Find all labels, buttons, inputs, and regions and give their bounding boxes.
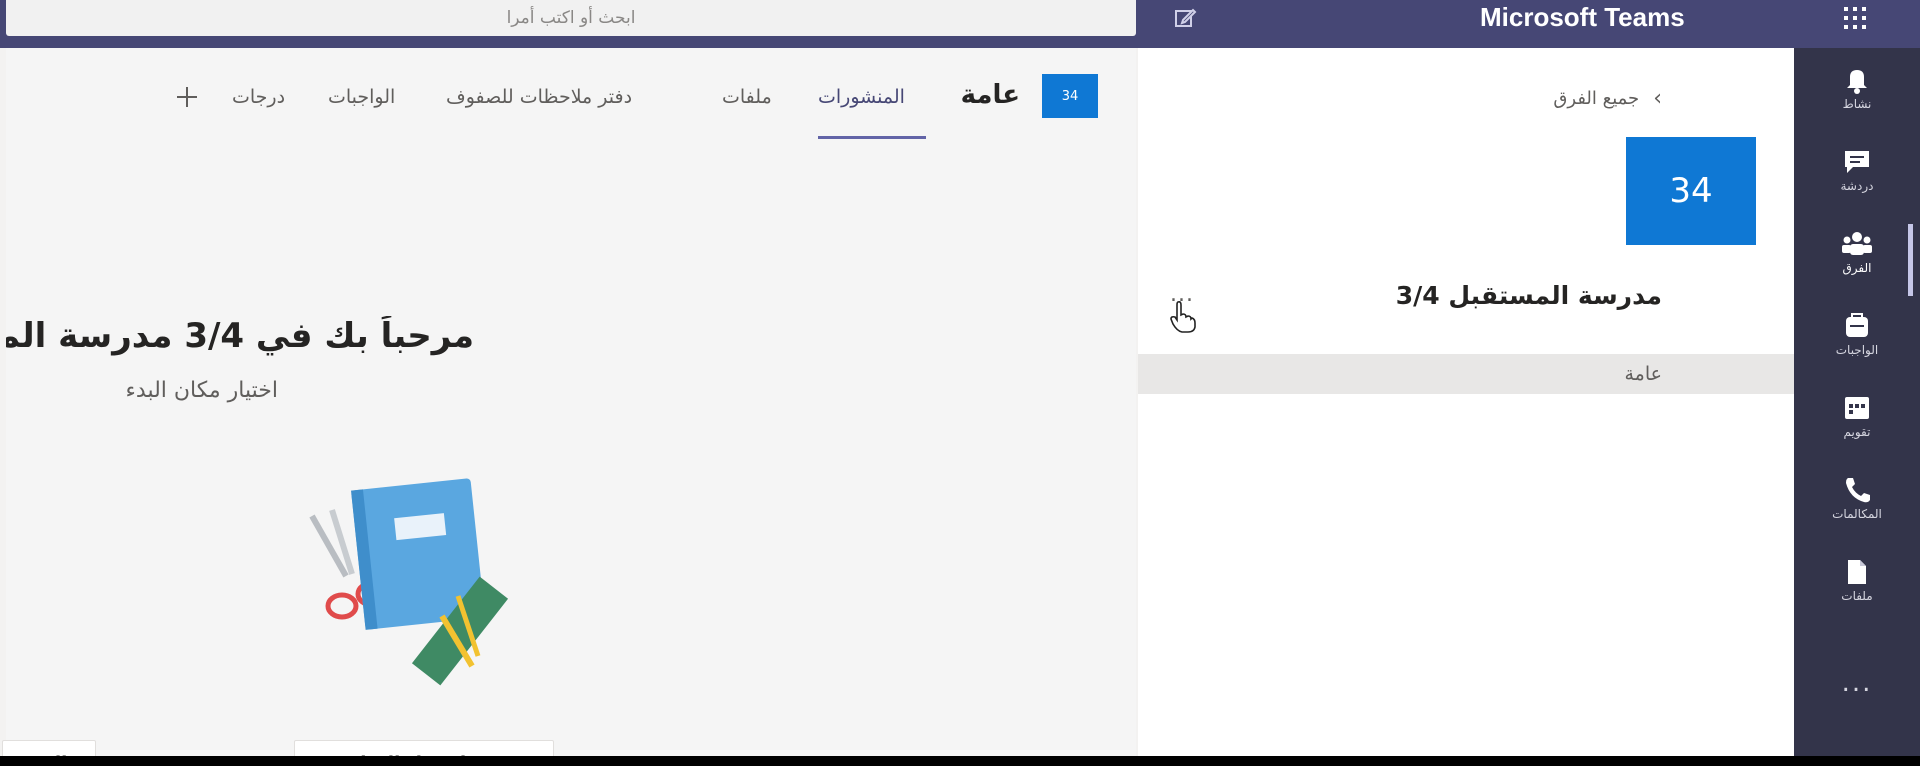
- chevron-left-icon: ‹: [1653, 86, 1662, 111]
- rail-label: الواجبات: [1835, 343, 1879, 357]
- channel-title: عامة: [960, 80, 1020, 110]
- channel-content: 34 عامة المنشورات ملفات دفتر ملاحظات للص…: [2, 48, 1136, 756]
- rail-label: ملفات: [1841, 589, 1873, 603]
- all-teams-label: جميع الفرق: [1553, 88, 1640, 109]
- teams-icon: [1842, 232, 1872, 255]
- rail-item-calls[interactable]: المكالمات: [1794, 458, 1920, 538]
- top-bar: ابحث أو اكتب أمرا Microsoft Teams: [0, 0, 1920, 48]
- notebook-illustration: [309, 478, 509, 686]
- tab-grades[interactable]: درجات: [232, 86, 285, 108]
- upload-class-materials-button[interactable]: تحميل مواد الفئات: [294, 740, 554, 756]
- rail-item-chat[interactable]: دردشة: [1794, 130, 1920, 210]
- files-icon: [1848, 560, 1866, 584]
- team-name[interactable]: 3/4 مدرسة المستقبل: [1396, 281, 1662, 310]
- rail-item-files[interactable]: ملفات: [1794, 540, 1920, 620]
- channel-label: عامة: [1624, 363, 1663, 385]
- rail-item-calendar[interactable]: تقويم: [1794, 376, 1920, 456]
- rail-label: الفرق: [1842, 261, 1872, 275]
- welcome-heading: مرحباً بك في 3/4 مدرسة المستقبل: [6, 316, 474, 356]
- rail-item-activity[interactable]: نشاط: [1794, 48, 1920, 128]
- rail-label: المكالمات: [1832, 507, 1882, 521]
- chat-icon: [1845, 151, 1869, 173]
- rail-label: نشاط: [1842, 97, 1872, 111]
- channel-team-avatar: 34: [1042, 74, 1098, 118]
- rail-active-indicator: [1908, 224, 1913, 296]
- tab-class-notebook[interactable]: دفتر ملاحظات للصفوف: [446, 86, 632, 108]
- all-teams-back[interactable]: جميع الفرق ‹: [1553, 86, 1662, 111]
- active-tab-indicator: [818, 136, 926, 139]
- phone-icon: [1846, 478, 1870, 503]
- assignments-icon: [1846, 313, 1868, 337]
- teams-window: ابحث أو اكتب أمرا Microsoft Teams 34 عام…: [0, 0, 1920, 756]
- compose-icon[interactable]: [1172, 5, 1198, 31]
- team-avatar[interactable]: 34: [1626, 137, 1756, 245]
- search-button[interactable]: البحث: [2, 740, 96, 756]
- tab-posts[interactable]: المنشورات: [818, 86, 905, 108]
- channel-header: 34 عامة المنشورات ملفات دفتر ملاحظات للص…: [6, 48, 1136, 144]
- add-tab-icon[interactable]: [174, 84, 200, 110]
- search-placeholder: ابحث أو اكتب أمرا: [506, 8, 636, 28]
- app-launcher-icon[interactable]: [1841, 4, 1869, 32]
- tab-files[interactable]: ملفات: [722, 86, 772, 108]
- more-apps-icon[interactable]: ...: [1794, 668, 1920, 698]
- rail-item-assignments[interactable]: الواجبات: [1794, 294, 1920, 374]
- channel-item-general[interactable]: عامة: [1138, 354, 1794, 394]
- tab-assignments[interactable]: الواجبات: [328, 86, 395, 108]
- rail-label: دردشة: [1840, 179, 1874, 193]
- app-rail: نشاط دردشة الفرق الواجبات تقويم المكالما…: [1794, 48, 1920, 756]
- bell-icon: [1847, 70, 1867, 94]
- teams-list-pane: جميع الفرق ‹ 34 3/4 مدرسة المستقبل ... ع…: [1138, 48, 1794, 756]
- screen-border: [0, 756, 1920, 766]
- welcome-subtitle: اختيار مكان البدء: [125, 378, 278, 403]
- calendar-icon: [1845, 397, 1869, 419]
- app-title: Microsoft Teams: [1480, 2, 1685, 32]
- rail-item-teams[interactable]: الفرق: [1794, 212, 1920, 292]
- hand-cursor-icon: [1170, 301, 1196, 333]
- rail-label: تقويم: [1843, 425, 1871, 439]
- search-input[interactable]: ابحث أو اكتب أمرا: [6, 0, 1136, 36]
